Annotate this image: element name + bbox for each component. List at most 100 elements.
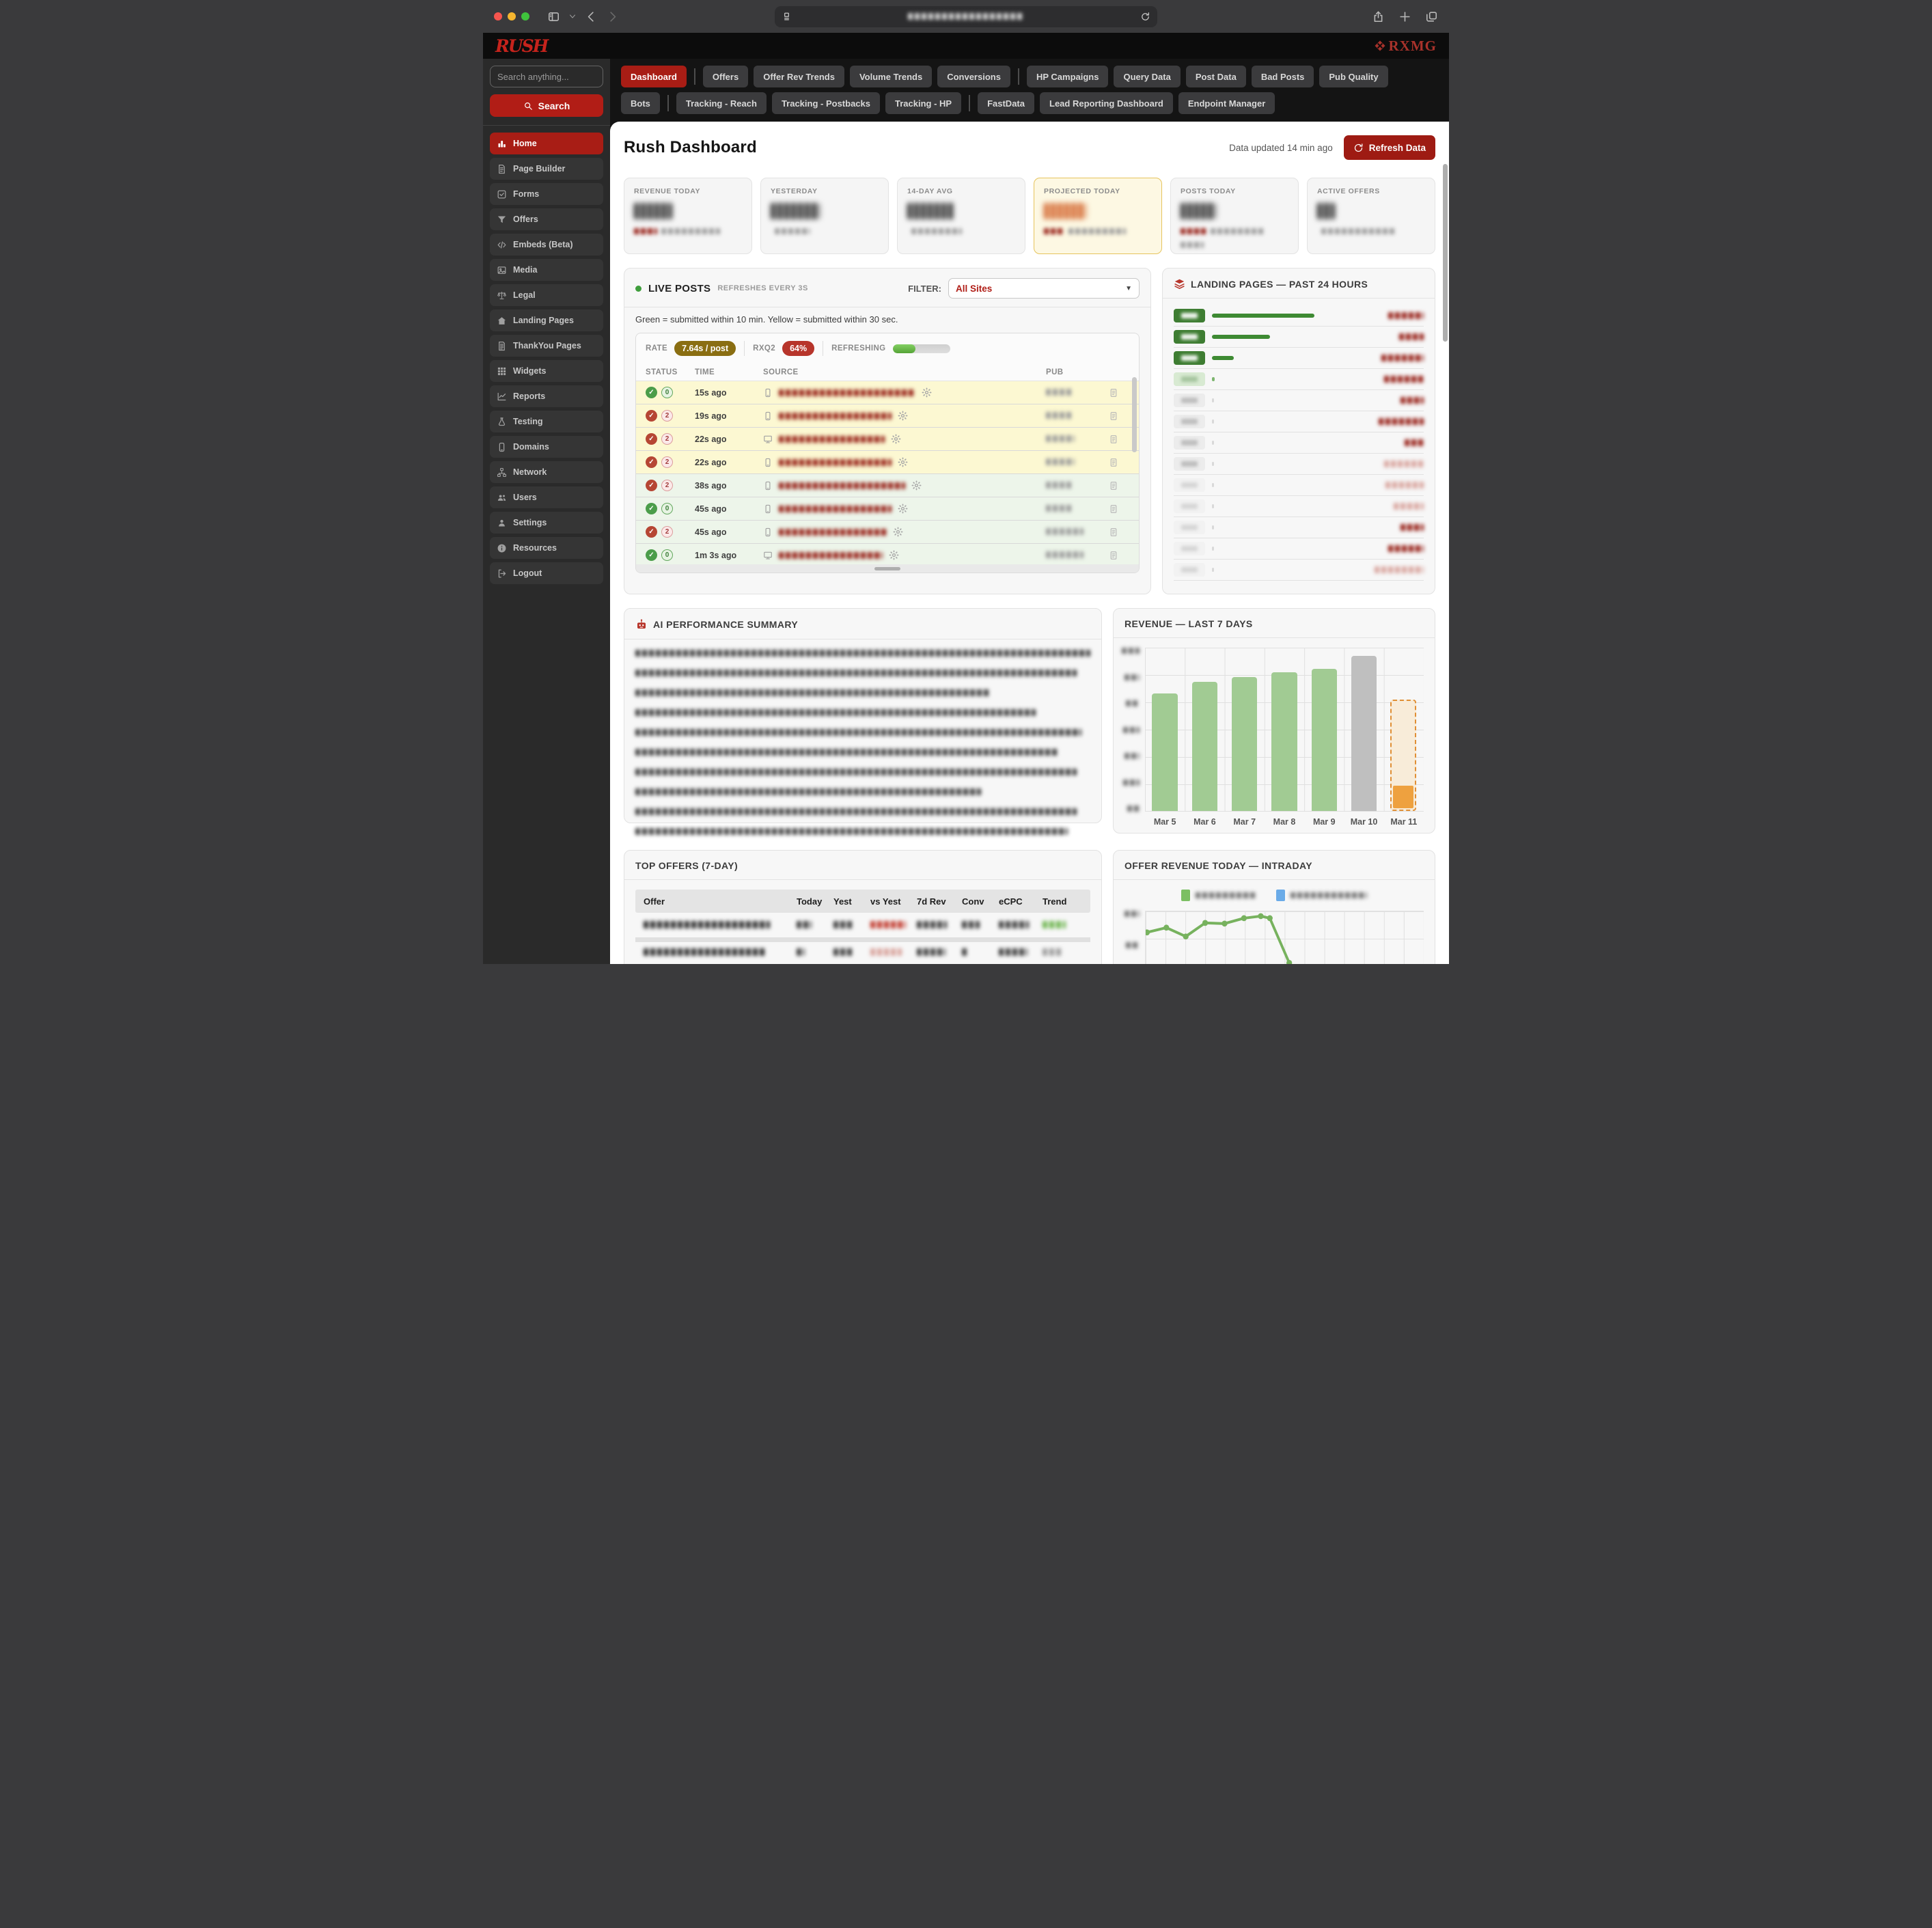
page-scrollbar-thumb[interactable] [1443,164,1448,342]
tab-conversions[interactable]: Conversions [937,66,1010,87]
doc-icon[interactable] [1109,481,1118,491]
sidebar-item-network[interactable]: Network [490,461,603,483]
doc-icon[interactable] [1109,551,1118,560]
count-badge [1174,563,1205,577]
volume-bar [1212,462,1214,466]
new-tab-icon[interactable] [1398,10,1411,23]
doc-icon[interactable] [1109,411,1118,421]
search-input[interactable] [490,66,603,87]
tab-post-data[interactable]: Post Data [1185,66,1246,87]
volume-bar [1212,568,1214,572]
tab-separator [693,68,695,85]
col-time: TIME [695,368,715,376]
source-url-redacted [779,435,885,443]
tab-pub-quality[interactable]: Pub Quality [1319,66,1388,87]
tab-tracking-reach[interactable]: Tracking - Reach [676,92,767,114]
drag-handle[interactable] [874,566,900,570]
gear-icon[interactable] [898,457,908,467]
live-posts-refresh-note: REFRESHES EVERY 3S [717,284,808,292]
tab-bad-posts[interactable]: Bad Posts [1251,66,1314,87]
sidebar-item-home[interactable]: Home [490,133,603,154]
tab-offer-rev-trends[interactable]: Offer Rev Trends [754,66,844,87]
reload-icon[interactable] [1140,12,1150,22]
doc-icon[interactable] [1109,527,1118,537]
close-window-button[interactable] [494,12,502,20]
tab-query-data[interactable]: Query Data [1114,66,1181,87]
tab-dashboard[interactable]: Dashboard [621,66,687,87]
count-badge [1174,499,1205,513]
data-updated-text: Data updated 14 min ago [1229,142,1333,153]
search-button[interactable]: Search [490,94,603,117]
sidebar-item-offers[interactable]: Offers [490,208,603,230]
sidebar-item-label: Reports [513,391,546,401]
site-filter-select[interactable]: All Sites ▼ [948,278,1140,299]
x-tick-label: Mar 11 [1390,817,1418,827]
sidebar-item-resources[interactable]: Resources [490,537,603,559]
forward-icon[interactable] [606,10,619,23]
address-bar[interactable] [775,5,1157,27]
sidebar-item-forms[interactable]: Forms [490,183,603,205]
tab-overview-icon[interactable] [1425,10,1438,23]
sidebar-item-reports[interactable]: Reports [490,385,603,407]
minimize-window-button[interactable] [508,12,516,20]
gear-icon[interactable] [922,387,932,398]
post-time: 22s ago [695,434,727,444]
rev-7d-redacted [917,921,947,929]
gear-icon[interactable] [889,550,899,560]
nav-tabstrip: Dashboard Offers Offer Rev Trends Volume Tr… [610,59,1449,122]
back-icon[interactable] [585,10,598,23]
retry-count-badge: 0 [661,387,673,398]
top-offers-header-row: Offer Today Yest vs Yest 7d Rev Conv eCPC Trend [635,890,1090,913]
revenue-bar [1232,677,1258,811]
tab-hp-campaigns[interactable]: HP Campaigns [1026,66,1109,87]
live-posts-scrollbar-thumb[interactable] [1132,377,1137,452]
sidebar-item-widgets[interactable]: Widgets [490,360,603,382]
gear-icon[interactable] [893,527,903,537]
gear-icon[interactable] [911,480,922,491]
tab-tracking-hp[interactable]: Tracking - HP [885,92,962,114]
stat-card-label: YESTERDAY [771,187,818,195]
doc-icon[interactable] [1109,504,1118,514]
gear-icon[interactable] [898,504,908,514]
status-check-icon: ✓ [646,503,657,514]
sidebar-item-legal[interactable]: Legal [490,284,603,306]
conv-redacted [962,948,969,956]
sidebar-item-page-builder[interactable]: Page Builder [490,158,603,180]
sidebar-item-label: Forms [513,189,540,199]
tab-offers[interactable]: Offers [702,66,749,87]
sidebar-item-logout[interactable]: Logout [490,562,603,584]
zoom-window-button[interactable] [521,12,529,20]
post-time: 45s ago [695,527,727,537]
count-badge [1174,542,1205,555]
reader-view-icon[interactable] [782,12,792,22]
sidebar-item-embeds[interactable]: Embeds (Beta) [490,234,603,256]
tab-tracking-postbacks[interactable]: Tracking - Postbacks [771,92,880,114]
tab-volume-trends[interactable]: Volume Trends [849,66,933,87]
sidebar-item-testing[interactable]: Testing [490,411,603,432]
landing-page-row [1174,390,1424,411]
chrome-right-controls [1372,10,1438,23]
sidebar-item-settings[interactable]: Settings [490,512,603,534]
pub-redacted [1046,389,1073,396]
share-icon[interactable] [1372,10,1385,23]
tab-endpoint-manager[interactable]: Endpoint Manager [1178,92,1275,114]
volume-bar [1212,356,1234,360]
doc-icon[interactable] [1109,435,1118,444]
green-line-markers [1146,913,1293,964]
chevron-down-icon[interactable] [568,12,577,20]
gear-icon[interactable] [898,411,908,421]
sidebar-item-icon [497,290,507,301]
tab-fastdata[interactable]: FastData [978,92,1034,114]
sidebar-item-media[interactable]: Media [490,259,603,281]
doc-icon[interactable] [1109,388,1118,398]
sidebar-item-domains[interactable]: Domains [490,436,603,458]
sidebar-toggle-icon[interactable] [547,10,560,23]
gear-icon[interactable] [891,434,901,444]
sidebar-item-users[interactable]: Users [490,486,603,508]
refresh-data-button[interactable]: Refresh Data [1343,135,1435,160]
doc-icon[interactable] [1109,458,1118,467]
sidebar-item-landing-pages[interactable]: Landing Pages [490,309,603,331]
tab-bots[interactable]: Bots [621,92,660,114]
sidebar-item-thankyou-pages[interactable]: ThankYou Pages [490,335,603,357]
tab-lead-reporting-dashboard[interactable]: Lead Reporting Dashboard [1040,92,1173,114]
